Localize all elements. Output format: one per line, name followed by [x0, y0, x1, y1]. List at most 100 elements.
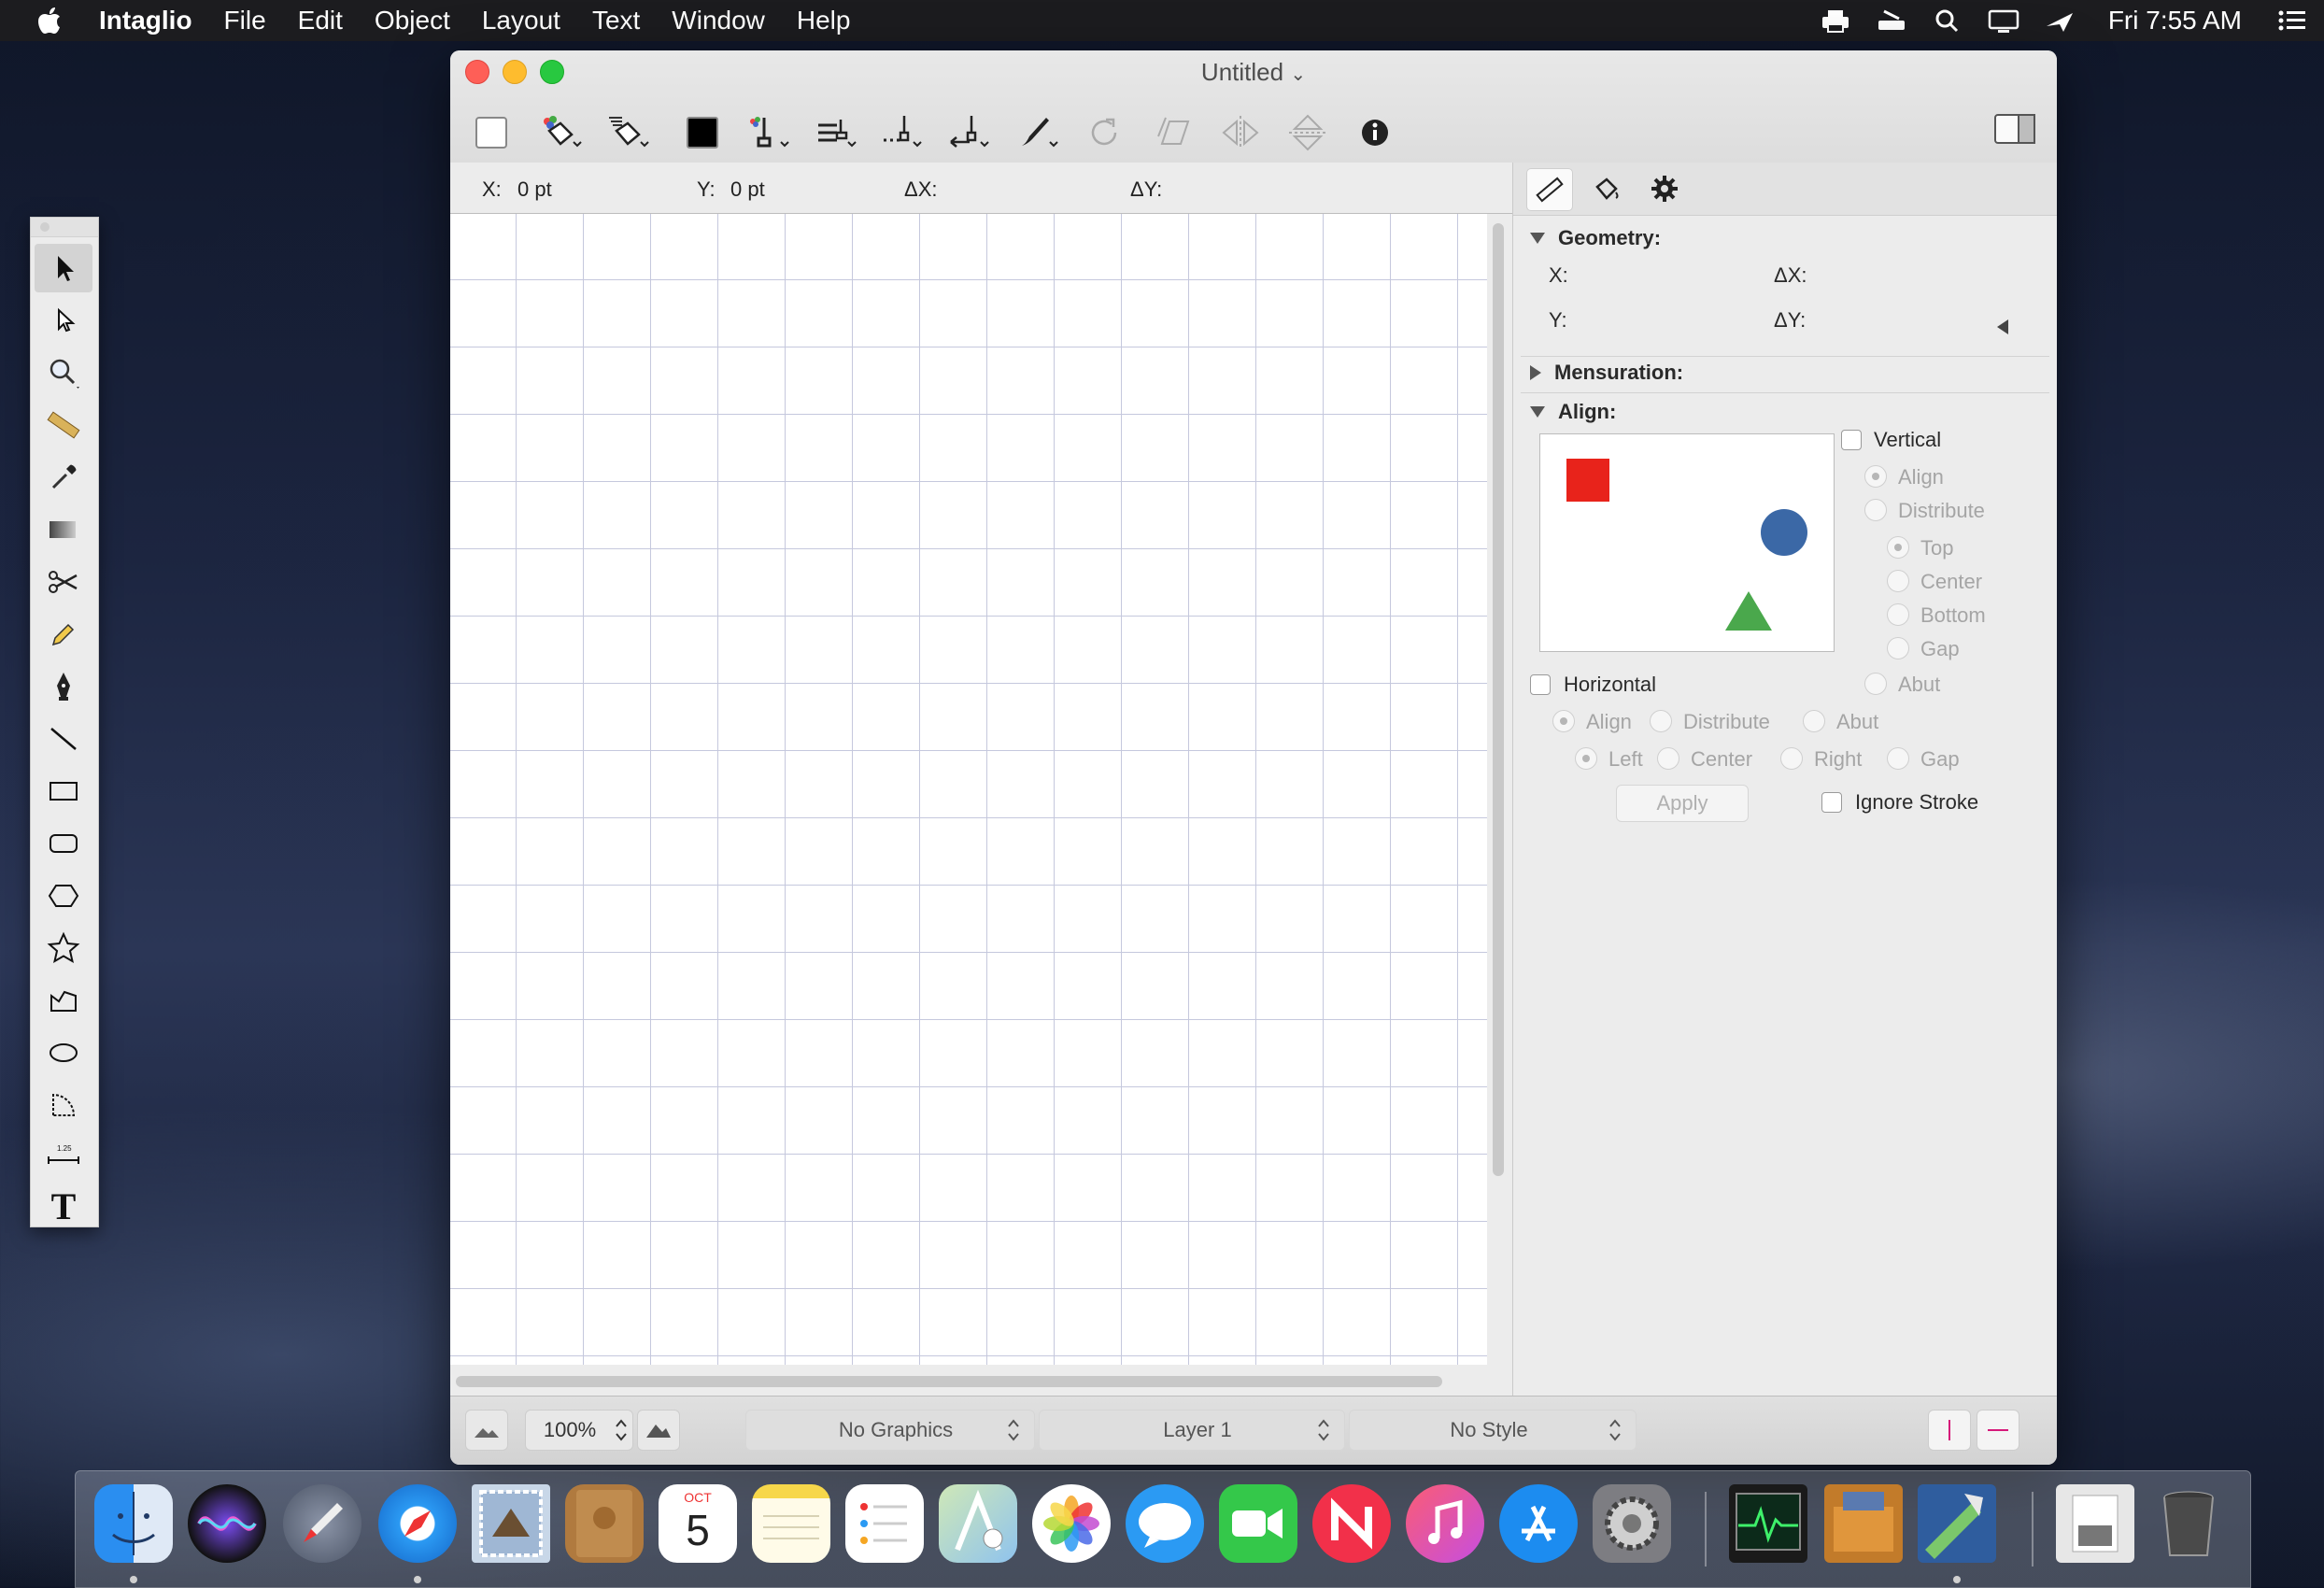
freeform-tool[interactable]: [35, 976, 92, 1025]
dock-notes[interactable]: [752, 1484, 830, 1563]
horizontal-distribute-radio[interactable]: [1650, 710, 1672, 732]
horizontal-center-radio[interactable]: [1657, 747, 1679, 770]
drawing-canvas[interactable]: [450, 214, 1487, 1365]
dock-reminders[interactable]: [845, 1484, 924, 1563]
gradient-tool[interactable]: [35, 505, 92, 554]
graphics-popup[interactable]: No Graphics: [745, 1410, 1035, 1451]
stroke-type-button[interactable]: [740, 107, 800, 158]
menu-layout[interactable]: Layout: [482, 6, 560, 35]
ruler-tool[interactable]: [35, 401, 92, 449]
arrow-select-tool[interactable]: [35, 244, 92, 292]
horizontal-checkbox[interactable]: [1530, 674, 1551, 695]
right-radio[interactable]: [1780, 747, 1803, 770]
menu-text[interactable]: Text: [592, 6, 640, 35]
polygon-tool[interactable]: [35, 872, 92, 920]
zoom-in-button[interactable]: [637, 1410, 680, 1451]
dock-archive-utility[interactable]: [1824, 1484, 1903, 1563]
fill-type-button[interactable]: [531, 107, 590, 158]
dash-pattern-button[interactable]: [874, 107, 934, 158]
left-radio[interactable]: [1575, 747, 1597, 770]
fill-color-well[interactable]: [463, 107, 523, 158]
ignore-stroke-checkbox[interactable]: [1821, 792, 1842, 813]
dock-calendar[interactable]: OCT 5: [659, 1484, 737, 1563]
zoom-field[interactable]: 100%: [525, 1410, 633, 1451]
dock-news[interactable]: [1312, 1484, 1391, 1563]
notification-center-icon[interactable]: [2275, 7, 2309, 34]
rotate-button[interactable]: [1076, 107, 1136, 158]
center-radio[interactable]: [1887, 570, 1909, 592]
menu-clock[interactable]: Fri 7:55 AM: [2108, 6, 2242, 35]
flip-horizontal-button[interactable]: [1211, 107, 1270, 158]
arc-tool[interactable]: [35, 1081, 92, 1129]
info-button[interactable]: [1345, 107, 1405, 158]
spotlight-search-icon[interactable]: [1931, 7, 1964, 34]
stepper-icon[interactable]: [616, 1416, 627, 1444]
rounded-rect-tool[interactable]: [35, 819, 92, 868]
flip-vertical-button[interactable]: [1278, 107, 1338, 158]
close-icon[interactable]: [40, 222, 50, 232]
vertical-checkbox[interactable]: [1841, 430, 1862, 450]
apple-icon[interactable]: [37, 7, 62, 35]
rectangle-tool[interactable]: [35, 767, 92, 815]
dock-system-preferences[interactable]: [1593, 1484, 1671, 1563]
arrowhead-button[interactable]: [942, 107, 1001, 158]
text-tool[interactable]: T: [35, 1182, 92, 1230]
window-title[interactable]: Untitled ⌄: [450, 58, 2057, 87]
dock-finder[interactable]: [94, 1484, 173, 1563]
horizontal-abut-radio[interactable]: [1803, 710, 1825, 732]
dock-safari[interactable]: [378, 1484, 457, 1563]
dock-downloads[interactable]: [2056, 1484, 2134, 1563]
menu-app-name[interactable]: Intaglio: [99, 6, 192, 35]
menu-edit[interactable]: Edit: [298, 6, 343, 35]
horizontal-align-radio[interactable]: [1552, 710, 1575, 732]
line-tool[interactable]: [35, 715, 92, 763]
dock-maps[interactable]: [939, 1484, 1017, 1563]
dock-activity-monitor[interactable]: [1729, 1484, 1807, 1563]
vertical-distribute-radio[interactable]: [1864, 499, 1887, 521]
vertical-scrollbar[interactable]: [1493, 223, 1504, 1176]
gap-radio[interactable]: [1887, 637, 1909, 659]
apply-button[interactable]: Apply: [1616, 785, 1749, 822]
dock-trash[interactable]: [2149, 1484, 2228, 1563]
dock-siri[interactable]: [188, 1484, 266, 1563]
bottom-radio[interactable]: [1887, 603, 1909, 626]
dock-contacts[interactable]: [565, 1484, 644, 1563]
menu-help[interactable]: Help: [797, 6, 851, 35]
dock-mail[interactable]: [472, 1484, 550, 1563]
pen-tool[interactable]: [35, 662, 92, 711]
dock-photos[interactable]: [1032, 1484, 1111, 1563]
zoom-tool[interactable]: [35, 348, 92, 397]
pencil-tool[interactable]: [35, 610, 92, 659]
top-radio[interactable]: [1887, 536, 1909, 559]
menu-window[interactable]: Window: [672, 6, 765, 35]
horizontal-scrollbar[interactable]: [456, 1376, 1442, 1387]
fill-pattern-button[interactable]: [598, 107, 658, 158]
vertical-align-radio[interactable]: [1864, 465, 1887, 488]
eyedropper-tool[interactable]: [35, 453, 92, 502]
scanner-icon[interactable]: [1875, 7, 1908, 34]
dock-facetime[interactable]: [1219, 1484, 1297, 1563]
airplay-icon[interactable]: [2043, 7, 2076, 34]
layer-popup[interactable]: Layer 1: [1039, 1410, 1345, 1451]
tab-fill[interactable]: [1584, 168, 1629, 209]
menu-object[interactable]: Object: [375, 6, 450, 35]
horizontal-gap-radio[interactable]: [1887, 747, 1909, 770]
mensuration-section-header[interactable]: Mensuration:: [1530, 361, 1683, 385]
vertical-guide-button[interactable]: [1928, 1410, 1971, 1451]
abut-radio[interactable]: [1864, 673, 1887, 695]
tab-geometry[interactable]: [1526, 168, 1573, 211]
skew-button[interactable]: [1143, 107, 1203, 158]
dock-itunes[interactable]: [1406, 1484, 1484, 1563]
style-popup[interactable]: No Style: [1349, 1410, 1637, 1451]
oval-tool[interactable]: [35, 1028, 92, 1077]
menu-file[interactable]: File: [224, 6, 266, 35]
tab-settings[interactable]: [1642, 168, 1687, 209]
geometry-section-header[interactable]: Geometry:: [1530, 226, 1661, 250]
dock-intaglio[interactable]: [1918, 1484, 1996, 1563]
printer-icon[interactable]: [1819, 7, 1852, 34]
dock-launchpad[interactable]: [283, 1484, 361, 1563]
scissors-tool[interactable]: [35, 558, 92, 606]
tools-palette-titlebar[interactable]: [31, 218, 98, 237]
dock-messages[interactable]: [1126, 1484, 1204, 1563]
stroke-weight-button[interactable]: [807, 107, 867, 158]
